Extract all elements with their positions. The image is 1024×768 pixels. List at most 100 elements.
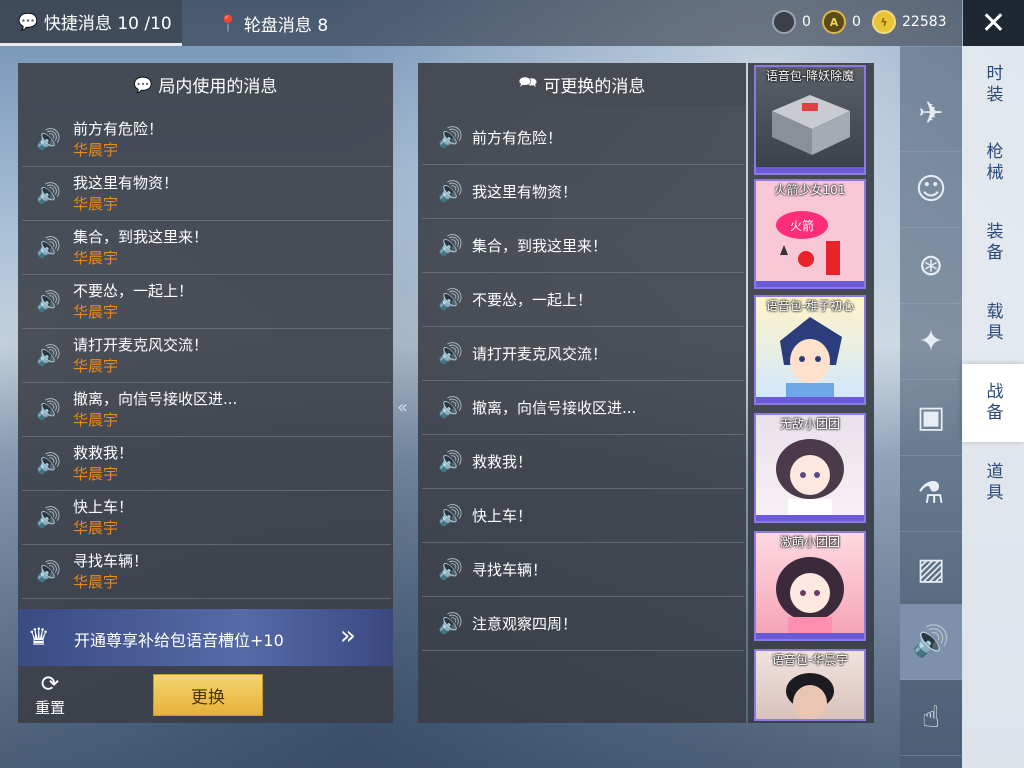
voice-pack-item[interactable]: 无敌小团团 [754,413,866,523]
speaker-icon: 🔊 [36,559,61,583]
speaker-icon: 🔊 [438,287,463,311]
speaker-icon: 🔊 [36,397,61,421]
currency-medal: A 0 [822,10,861,34]
svg-text:火箭: 火箭 [790,218,814,233]
voice-pack-list: 语音包-降妖除魔 火箭少女101 火箭 语音包-稚子初心 无敌小团团 激萌小团团… [748,63,874,723]
voice-pack-name: 语音包-华晨宇 [771,653,849,667]
pack-underline [756,281,864,287]
face-icon[interactable]: ☺ [900,152,962,228]
replaceable-message[interactable]: 🔊 注意观察四周！ [422,596,744,651]
magic-wand-icon[interactable]: ✦ [900,304,962,380]
vip-banner-text: 开通尊享补给包语音槽位+10 [74,631,284,650]
spray-can-icon[interactable]: ⚗ [900,456,962,532]
message-text: 撤离，向信号接收区进... [73,390,238,408]
replaceable-message[interactable]: 🔊 请打开麦克风交流！ [422,326,744,381]
tab-fashion[interactable]: 时装 [962,46,1024,124]
speaker-icon: 🔊 [36,235,61,259]
panel-title: 可更换的消息 [543,77,646,97]
speaker-icon: 🔊 [36,505,61,529]
message-slot[interactable]: 🔊 我这里有物资！ 华晨宇 [22,166,391,221]
message-slot[interactable]: 🔊 撤离，向信号接收区进... 华晨宇 [22,382,391,437]
supply-crate-image [772,95,850,155]
vip-upgrade-banner[interactable]: ♛ 开通尊享补给包语音槽位+10 » [18,609,393,666]
message-text: 请打开麦克风交流！ [472,345,608,363]
category-tab-column: 时装 枪械 装备 载具 战备 道具 [962,46,1024,768]
chat-icon: 💬 [133,75,153,94]
gesture-icon[interactable]: ☝ [900,680,962,756]
speaker-icon: 🔊 [438,233,463,257]
photos-icon[interactable]: ▨ [900,532,962,608]
silver-coin-icon [772,10,796,34]
tab-weapons[interactable]: 枪械 [962,124,1024,202]
message-text: 快上车！ [73,498,134,516]
replaceable-message[interactable]: 🔊 前方有危险！ [422,110,744,165]
panel-header: 💬 局内使用的消息 [18,63,393,106]
speaker-icon: 🔊 [438,557,463,581]
message-slot[interactable]: 🔊 请打开麦克风交流！ 华晨宇 [22,328,391,383]
voice-pack-item[interactable]: 激萌小团团 [754,531,866,641]
message-slot[interactable]: 🔊 不要怂，一起上！ 华晨宇 [22,274,391,329]
message-text: 救救我！ [73,444,134,462]
message-slot[interactable]: 🔊 集合，到我这里来！ 华晨宇 [22,220,391,275]
speaker-icon: 🔊 [36,289,61,313]
message-text: 前方有危险！ [472,129,563,147]
message-text: 我这里有物资！ [472,183,578,201]
message-text: 集合，到我这里来！ [472,237,608,255]
message-slot[interactable]: 🔊 寻找车辆！ 华晨宇 [22,544,391,599]
pack-underline [756,515,864,521]
replaceable-message[interactable]: 🔊 集合，到我这里来！ [422,218,744,273]
tab-equipment[interactable]: 装备 [962,204,1024,282]
tab-battle-prep[interactable]: 战备 [962,364,1024,442]
message-slot[interactable]: 🔊 快上车！ 华晨宇 [22,490,391,545]
replaceable-message[interactable]: 🔊 不要怂，一起上！ [422,272,744,327]
reset-label: 重置 [34,699,65,717]
replaceable-message[interactable]: 🔊 快上车！ [422,488,744,543]
replaceable-message[interactable]: 🔊 撤离，向信号接收区进... [422,380,744,435]
voice-owner: 华晨宇 [73,465,119,483]
crate-icon[interactable] [900,16,962,47]
voice-owner: 华晨宇 [73,141,119,159]
close-button[interactable]: ✕ [963,0,1024,46]
currency-silver-amount: 0 [802,14,811,30]
speaker-icon: 🔊 [438,395,463,419]
robot-icon[interactable]: ⊛ [900,228,962,304]
panel-header: 🗪 可更换的消息 [418,63,746,106]
tab-vehicles[interactable]: 载具 [962,284,1024,362]
voice-pack-item[interactable]: 语音包-华晨宇 [754,649,866,721]
tab-items[interactable]: 道具 [962,444,1024,522]
anime-boy-image [780,317,842,403]
replaceable-message[interactable]: 🔊 救救我！ [422,434,744,489]
pack-underline [756,633,864,639]
swap-button[interactable]: 更换 [153,674,263,716]
chat-bubble-icon[interactable]: ▣ [900,380,962,456]
voice-owner: 华晨宇 [73,411,119,429]
tab-wheel-messages[interactable]: 📍 轮盘消息 8 [218,0,328,46]
voice-pack-item[interactable]: 语音包-降妖除魔 [754,65,866,175]
message-text: 不要怂，一起上！ [73,282,194,300]
voice-pack-item[interactable]: 火箭少女101 火箭 [754,179,866,289]
voice-icon[interactable]: 🔊 [900,604,962,680]
voice-pack-item[interactable]: 语音包-稚子初心 [754,295,866,405]
voice-pack-name: 语音包-降妖除魔 [765,69,855,83]
tab-quick-messages[interactable]: 💬 快捷消息 10 /10 [0,0,182,46]
message-slot[interactable]: 🔊 前方有危险！ 华晨宇 [22,112,391,167]
collapse-arrow-icon[interactable]: « [397,397,408,418]
message-text: 前方有危险！ [73,120,164,138]
replaceable-message[interactable]: 🔊 寻找车辆！ [422,542,744,597]
speaker-icon: 🔊 [36,181,61,205]
message-slot[interactable]: 🔊 救救我！ 华晨宇 [22,436,391,491]
message-text: 集合，到我这里来！ [73,228,209,246]
currency-medal-amount: 0 [852,14,861,30]
replaceable-messages-panel: 🗪 可更换的消息 🔊 前方有危险！ 🔊 我这里有物资！ 🔊 集合，到我这里来！ … [418,63,746,723]
singer-portrait-image [786,673,834,719]
speaker-icon: 🔊 [438,341,463,365]
plane-icon[interactable]: ✈ [900,76,962,152]
message-text: 撤离，向信号接收区进... [472,399,637,417]
voice-pack-name: 激萌小团团 [779,535,840,549]
tab-quick-messages-label: 快捷消息 10 /10 [43,14,172,34]
close-icon: ✕ [980,5,1007,41]
voice-pack-name: 火箭少女101 [774,183,846,197]
speaker-icon: 🔊 [438,125,463,149]
reset-button[interactable]: ⟳ 重置 [32,673,68,718]
replaceable-message[interactable]: 🔊 我这里有物资！ [422,164,744,219]
